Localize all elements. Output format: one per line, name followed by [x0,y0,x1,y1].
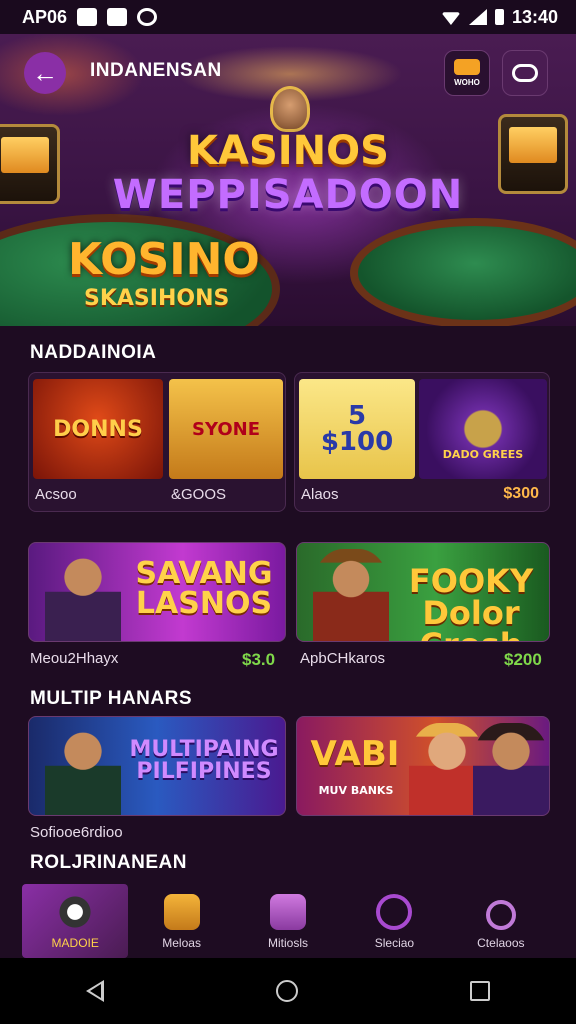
signal-icon [468,9,487,25]
section-title: ROLJRINANEAN [30,852,187,873]
promo-banner[interactable]: VABI MUV BANKS [296,716,550,816]
banner-price: $3.0 [242,650,276,669]
player-portrait [45,723,121,815]
hero-logo-line2: WEPPISADOON [112,172,464,218]
player-portrait [313,549,389,641]
promo-banner[interactable]: SAVANG LASNOS [28,542,286,642]
wallet-icon [163,894,200,930]
sync-icon [137,8,158,26]
gamepad-icon [512,64,538,82]
wallet-label: WOHO [454,78,480,87]
roulette-table-image [350,218,576,326]
game-caption: &GOOS [171,486,227,503]
gamepad-button[interactable] [502,50,548,96]
section-title: MULTIP HANARS [30,688,193,709]
promo-banner[interactable]: FOOKY Dolor Crosh [296,542,550,642]
back-button[interactable]: ← [24,52,66,94]
mascot-portrait [270,86,310,132]
banner-subtitle: MUV BANKS [318,784,394,797]
nav-label: Ctelaoos [477,936,525,950]
battery-icon [494,9,504,25]
system-back-button[interactable] [86,980,104,1002]
nav-item-search[interactable]: Ctelaoos [448,884,554,958]
banner-caption: Meou2Hhayx [30,650,119,667]
game-tile: DONNS [33,379,163,479]
status-time: 13:40 [511,6,558,27]
game-card[interactable]: 5 $100 DADO GREES Alaos $300 [294,372,550,512]
game-card[interactable]: DONNS SYONE Acsoo &GOOS [28,372,286,512]
banner-title: MULTIPAING PILFIPINES [129,737,279,784]
hero-logo2-line1: KOSINO [68,234,260,285]
hero-banner[interactable]: ← INDANENSAN WOHO KASINOS WEPPISADOON KO… [0,34,576,326]
system-nav-bar [0,958,576,1024]
wifi-icon [440,12,461,25]
game-tile: DADO GREES [419,379,547,479]
bottom-nav: MADOIE Meloas Mitiosls Sleciao Ctelaoos [22,884,554,958]
nav-item-chat[interactable]: Sleciao [341,884,447,958]
chat-icon [376,894,413,930]
wallet-icon [454,59,480,75]
banner-caption: Sofiooe6rdioo [30,824,123,841]
system-recents-button[interactable] [470,981,490,1001]
player-portrait [473,723,549,815]
page-title: INDANENSAN [90,60,222,81]
game-caption: Alaos [301,486,339,503]
games-icon [270,894,307,930]
hero-logo-line1: KASINOS [187,128,389,174]
nav-item-casino[interactable]: MADOIE [22,884,129,958]
nav-item-wallet[interactable]: Meloas [128,884,234,958]
game-tile: SYONE [169,379,283,479]
banner-price: $200 [504,650,542,669]
section-title: NADDAINOIA [30,342,157,363]
banner-title: VABI [310,734,400,774]
notification-icon [77,8,98,26]
nav-label: Meloas [162,936,201,950]
banner-caption: ApbCHkaros [300,650,386,667]
game-tile: 5 $100 [299,379,415,479]
wallet-button[interactable]: WOHO [444,50,490,96]
shield-icon [107,8,128,26]
hero-logo2-line2: SKASIHONS [84,286,230,311]
search-icon [485,900,516,930]
arrow-left-icon: ← [32,57,58,88]
nav-label: Mitiosls [268,936,309,950]
nav-label: Sleciao [374,936,415,950]
nav-label: MADOIE [51,936,99,950]
banner-title: FOOKY Dolor Crosh [408,562,534,641]
game-caption: Acsoo [35,486,77,503]
status-carrier: AP06 [22,6,68,27]
casino-chip-icon [57,894,94,930]
player-portrait [45,549,121,641]
promo-banner[interactable]: MULTIPAING PILFIPINES [28,716,286,816]
game-price: $300 [503,485,539,502]
status-bar: AP06 13:40 [0,0,576,34]
system-home-button[interactable] [276,980,298,1002]
banner-title: SAVANG LASNOS [135,556,273,621]
nav-item-games[interactable]: Mitiosls [235,884,341,958]
